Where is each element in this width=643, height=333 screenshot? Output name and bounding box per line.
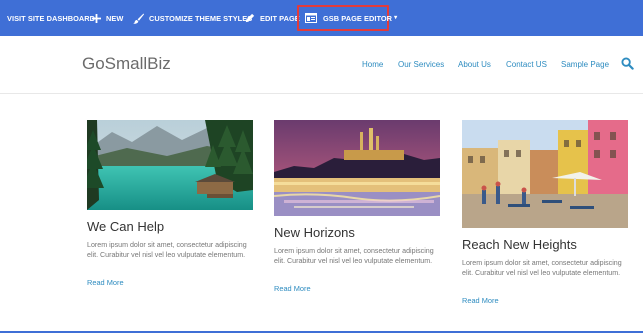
nav-item-our-services[interactable]: Our Services [398,60,444,69]
read-more-link[interactable]: Read More [462,296,499,305]
admin-toolbar: VISIT SITE DASHBOARD NEW CUSTOMIZE THEME… [0,0,643,36]
gsb-page-editor-menu[interactable]: GSB PAGE EDITOR ▾ [305,0,397,36]
card-body-text: Lorem ipsum dolor sit amet, consectetur … [274,247,434,265]
card-title: Reach New Heights [462,237,577,252]
brush-icon [133,12,144,24]
search-icon[interactable] [621,57,635,71]
plus-icon [92,13,101,23]
lake-landscape-image [87,120,253,210]
site-logo[interactable]: GoSmallBiz [82,54,171,74]
edit-page-label: EDIT PAGE [260,13,300,23]
customize-label: CUSTOMIZE THEME STYLES [149,13,253,23]
customize-theme-styles-button[interactable]: CUSTOMIZE THEME STYLES [133,0,252,36]
card-body-text: Lorem ipsum dolor sit amet, consectetur … [462,259,622,277]
feature-card-new-horizons: New Horizons Lorem ipsum dolor sit amet,… [274,120,440,300]
nav-item-contact-us[interactable]: Contact US [506,60,547,69]
visit-dashboard-label: VISIT SITE DASHBOARD [7,13,96,23]
night-city-image [274,120,440,216]
gsb-editor-label: GSB PAGE EDITOR [323,13,393,23]
card-title: We Can Help [87,219,165,234]
card-body-text: Lorem ipsum dolor sit amet, consectetur … [87,241,247,259]
read-more-link[interactable]: Read More [274,284,311,293]
page-editor-icon [305,13,317,23]
edit-page-button[interactable]: EDIT PAGE [245,0,300,36]
site-header: GoSmallBiz Home Our Services About Us Co… [0,36,643,94]
nav-item-home[interactable]: Home [362,60,383,69]
feature-card-reach-new-heights: Reach New Heights Lorem ipsum dolor sit … [462,120,628,310]
nav-item-sample-page[interactable]: Sample Page [561,60,609,69]
new-button[interactable]: NEW [92,0,123,36]
feature-card-we-can-help: We Can Help Lorem ipsum dolor sit amet, … [87,120,253,295]
town-plaza-image [462,120,628,228]
visit-site-dashboard-link[interactable]: VISIT SITE DASHBOARD [7,0,95,36]
chevron-down-icon: ▾ [394,14,398,21]
read-more-link[interactable]: Read More [87,278,124,287]
nav-item-about-us[interactable]: About Us [458,60,491,69]
card-title: New Horizons [274,225,355,240]
new-label: NEW [106,13,124,23]
pencil-icon [245,13,255,23]
